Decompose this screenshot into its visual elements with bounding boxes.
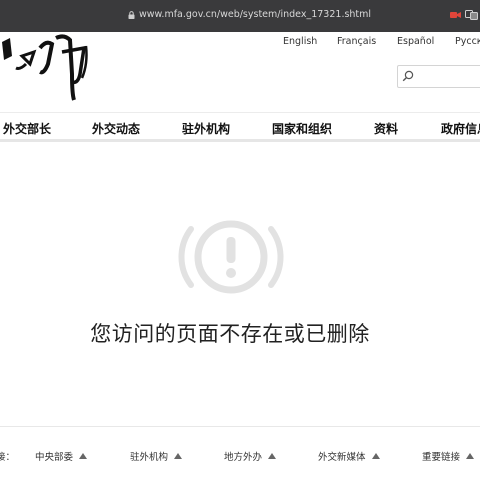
search-icon[interactable]	[402, 70, 414, 82]
search-box[interactable]	[397, 65, 480, 88]
triangle-up-icon	[174, 453, 183, 459]
search-input[interactable]	[416, 68, 480, 85]
nav-item-countries-organizations[interactable]: 国家和组织	[272, 120, 332, 137]
triangle-up-icon	[268, 453, 277, 459]
triangle-up-icon	[371, 453, 380, 459]
lang-french-link[interactable]: Français	[337, 36, 376, 47]
footer-item-new-media[interactable]: 外交新媒体	[318, 449, 380, 463]
triangle-up-icon	[466, 453, 475, 459]
footer-item-local-foreign-affairs[interactable]: 地方外办	[224, 449, 277, 463]
footer-item-important-links[interactable]: 重要链接	[422, 449, 475, 463]
url-text: www.mfa.gov.cn/web/system/index_17321.sh…	[139, 9, 372, 20]
camera-blocked-icon[interactable]	[450, 11, 461, 19]
nav-item-diplomatic-news[interactable]: 外交动态	[92, 120, 140, 137]
error-message: 您访问的页面不存在或已删除	[90, 322, 370, 346]
triangle-up-icon	[79, 453, 88, 459]
footer-item-label: 外交新媒体	[318, 452, 366, 463]
footer-item-central-ministries[interactable]: 中央部委	[35, 449, 88, 463]
nav-item-missions-abroad[interactable]: 驻外机构	[182, 120, 230, 137]
footer-item-label: 重要链接	[422, 452, 461, 463]
nav-item-materials[interactable]: 资料	[374, 120, 398, 137]
footer-item-label: 地方外办	[224, 452, 263, 463]
nav-item-minister[interactable]: 外交部长	[3, 120, 51, 137]
alert-icon	[178, 220, 284, 294]
main-nav: 外交部长 外交动态 驻外机构 国家和组织 资料 政府信息	[0, 112, 480, 142]
calligraphy-logo[interactable]	[0, 34, 100, 104]
nav-item-government-info[interactable]: 政府信息	[441, 120, 480, 137]
footer-lead-label: 接：	[0, 452, 16, 463]
footer-item-missions-abroad[interactable]: 驻外机构	[130, 449, 183, 463]
lock-icon	[128, 11, 135, 19]
translate-icon[interactable]	[465, 10, 478, 20]
footer-item-label: 中央部委	[35, 452, 74, 463]
browser-address-bar: www.mfa.gov.cn/web/system/index_17321.sh…	[0, 0, 480, 32]
lang-english-link[interactable]: English	[283, 36, 317, 47]
lang-russian-link[interactable]: Pусск	[455, 36, 480, 47]
footer-links: 接： 中央部委 驻外机构 地方外办 外交新媒体 重要链接	[0, 426, 480, 480]
footer-item-label: 驻外机构	[130, 452, 169, 463]
lang-spanish-link[interactable]: Español	[397, 36, 434, 47]
